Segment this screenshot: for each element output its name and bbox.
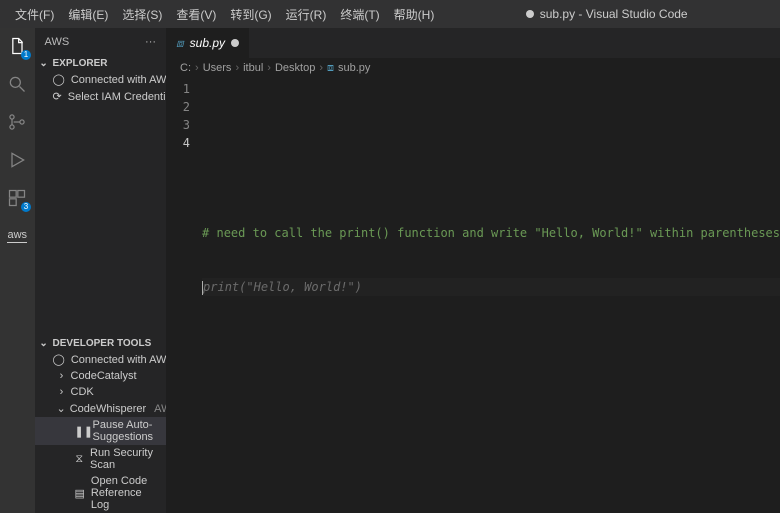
activity-search[interactable] [5,72,29,96]
activity-bar: 1 3 aws [0,28,35,513]
code-editor[interactable]: 1 2 3 4 # need to call the print() funct… [166,78,780,513]
sidebar-item-label: Run Security Scan [90,447,162,471]
activity-extensions[interactable]: 3 [5,186,29,210]
sidebar: AWS ··· ⌄ EXPLORER ◯ Connected with AWS … [35,28,167,513]
search-icon [7,74,27,94]
menu-terminal[interactable]: 终端(T) [333,2,386,27]
window-title-text: sub.py - Visual Studio Code [540,7,688,21]
sidebar-item-label: CodeCatalyst [71,370,137,382]
crumb[interactable]: Users [203,62,232,74]
tab-label: sub.py [190,36,225,50]
menu-edit[interactable]: 编辑(E) [61,2,115,27]
crumb[interactable]: sub.py [338,62,370,74]
line-number: 2 [166,98,190,116]
explorer-label: EXPLORER [53,58,108,69]
devtools-connected[interactable]: ◯ Connected with AWS Builder ID [35,351,167,368]
sidebar-item-label: Open Code Reference Log [91,475,162,511]
user-icon: ◯ [53,73,65,86]
devtools-section[interactable]: ⌄ DEVELOPER TOOLS [35,336,167,351]
activity-aws[interactable]: aws [5,224,29,248]
user-icon: ◯ [53,353,65,366]
log-icon: ▤ [75,487,85,500]
chevron-down-icon: ⌄ [57,402,66,415]
devtools-codecatalyst[interactable]: › CodeCatalyst [35,368,167,384]
ghost-suggestion: print("Hello, World!") [203,280,362,294]
devtools-label: DEVELOPER TOOLS [53,338,152,349]
unsaved-indicator-icon [526,10,534,18]
sidebar-item-select-iam[interactable]: ⟳ Select IAM Credentials to View Res... [35,88,167,105]
breadcrumb[interactable]: C:› Users› itbul› Desktop› ⧈ sub.py [166,58,780,78]
menu-run[interactable]: 运行(R) [279,2,334,27]
activity-explorer[interactable]: 1 [5,34,29,58]
explorer-section[interactable]: ⌄ EXPLORER [35,56,167,71]
menu-view[interactable]: 查看(V) [169,2,223,27]
cw-open-reference-log[interactable]: ▤ Open Code Reference Log [35,473,167,513]
line-number: 1 [166,80,190,98]
sidebar-item-label: Select IAM Credentials to View Res... [68,91,166,103]
chevron-right-icon: › [57,370,67,382]
code-lines[interactable]: # need to call the print() function and … [202,80,780,513]
extensions-badge: 3 [21,202,31,212]
code-comment: # need to call the print() function and … [202,226,780,240]
python-file-icon: ⧈ [327,62,334,75]
tab-subpy[interactable]: ⧈ sub.py [166,28,250,58]
titlebar: 文件(F) 编辑(E) 选择(S) 查看(V) 转到(G) 运行(R) 终端(T… [0,0,780,28]
editor-tabs: ⧈ sub.py [166,28,780,58]
python-file-icon: ⧈ [176,36,184,51]
bug-icon: ⧖ [75,453,84,466]
crumb[interactable]: Desktop [275,62,315,74]
editor-area: ⧈ sub.py C:› Users› itbul› Desktop› ⧈ su… [166,28,780,513]
menu-help[interactable]: 帮助(H) [387,2,442,27]
sidebar-item-label: Connected with AWS Builder ID [71,74,166,86]
sidebar-item-label: CodeWhisperer [70,403,146,415]
sidebar-title: AWS [45,36,70,48]
devtools-cdk[interactable]: › CDK [35,384,167,400]
sidebar-item-connected[interactable]: ◯ Connected with AWS Builder ID [35,71,167,88]
chevron-down-icon: ⌄ [39,58,49,69]
window-title: sub.py - Visual Studio Code [441,7,772,21]
sidebar-item-label: Connected with AWS Builder ID [71,354,166,366]
run-debug-icon [7,150,27,170]
pause-icon: ❚❚ [75,425,87,438]
source-control-icon [7,112,27,132]
refresh-icon: ⟳ [53,90,62,103]
devtools-codewhisperer[interactable]: ⌄ CodeWhisperer AWS Builder ID Conn... [35,400,167,417]
more-icon[interactable]: ··· [145,36,156,48]
line-number: 3 [166,116,190,134]
menu-go[interactable]: 转到(G) [223,2,278,27]
cw-pause-suggestions[interactable]: ❚❚ Pause Auto-Suggestions [35,417,167,445]
sidebar-header: AWS ··· [35,28,167,56]
activity-debug[interactable] [5,148,29,172]
menu-bar: 文件(F) 编辑(E) 选择(S) 查看(V) 转到(G) 运行(R) 终端(T… [8,2,441,27]
line-gutter: 1 2 3 4 [166,80,202,513]
crumb[interactable]: C: [180,62,191,74]
sidebar-item-suffix: AWS Builder ID Conn... [154,403,166,415]
chevron-right-icon: › [57,386,67,398]
activity-scm[interactable] [5,110,29,134]
aws-icon: aws [7,229,27,243]
menu-selection[interactable]: 选择(S) [115,2,169,27]
modified-dot-icon [231,39,239,47]
crumb[interactable]: itbul [243,62,263,74]
explorer-badge: 1 [21,50,31,60]
sidebar-item-label: CDK [71,386,94,398]
menu-file[interactable]: 文件(F) [8,2,61,27]
sidebar-item-label: Pause Auto-Suggestions [93,419,163,443]
cw-run-security-scan[interactable]: ⧖ Run Security Scan [35,445,167,473]
line-number: 4 [166,134,190,152]
chevron-down-icon: ⌄ [39,338,49,349]
